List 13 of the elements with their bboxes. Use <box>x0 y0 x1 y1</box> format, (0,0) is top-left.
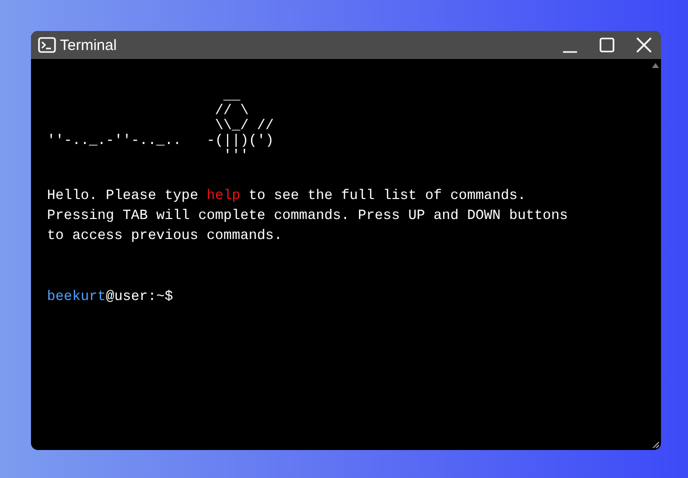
ascii-art: __ // \ \\_/ // ''-.._.-''-.._.. -(||)(') ''' <box>47 89 275 164</box>
maximize-icon <box>599 37 615 53</box>
minimize-icon <box>562 51 578 53</box>
close-button[interactable] <box>635 37 653 53</box>
prompt-host: @user:~$ <box>106 289 174 305</box>
resize-grip-icon[interactable] <box>652 441 658 448</box>
terminal-icon <box>38 37 56 53</box>
scroll-up-icon[interactable] <box>652 63 658 68</box>
window-title: Terminal <box>60 36 117 54</box>
welcome-message: Hello. Please type help to see the full list of commands. Pressing TAB will complete commands. Press UP and DOWN buttons to access previous commands. <box>47 187 569 246</box>
close-icon <box>636 37 652 53</box>
maximize-button[interactable] <box>598 37 616 53</box>
prompt-user: beekurt <box>47 289 106 305</box>
